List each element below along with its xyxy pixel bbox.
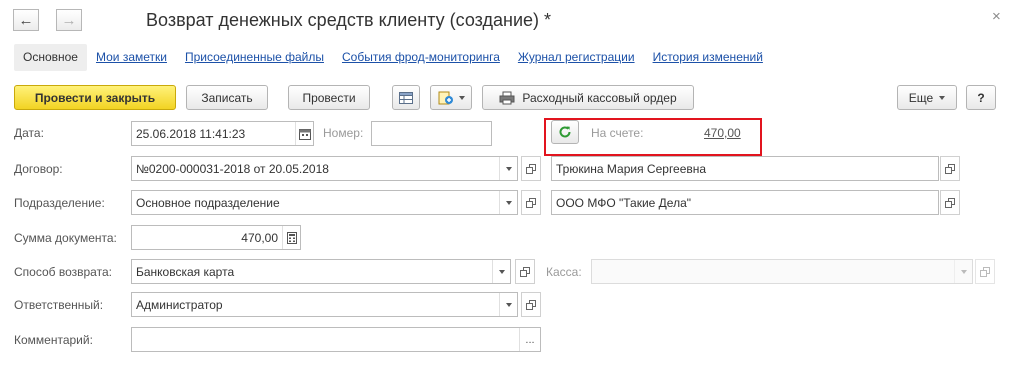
save-button[interactable]: Записать — [186, 85, 268, 110]
organization-open-button[interactable] — [940, 190, 960, 215]
create-based-icon — [438, 91, 453, 104]
open-window-icon — [945, 163, 955, 174]
cashbox-field[interactable] — [591, 259, 973, 284]
client-value: Трюкина Мария Сергеевна — [556, 161, 707, 176]
method-field[interactable]: Банковская карта — [131, 259, 511, 284]
date-value: 25.06.2018 11:41:23 — [136, 126, 246, 141]
post-and-close-button[interactable]: Провести и закрыть — [14, 85, 176, 110]
cashbox-open-button[interactable] — [975, 259, 995, 284]
method-value: Банковская карта — [136, 264, 235, 279]
client-field[interactable]: Трюкина Мария Сергеевна — [551, 156, 939, 181]
number-field[interactable] — [371, 121, 492, 146]
open-window-icon — [526, 299, 536, 310]
department-dropdown-button[interactable] — [499, 191, 517, 214]
chevron-down-icon — [498, 269, 505, 274]
open-window-icon — [526, 163, 536, 174]
chevron-down-icon — [960, 269, 967, 274]
amount-label: Сумма документа: — [14, 231, 117, 245]
amount-value: 470,00 — [241, 230, 278, 245]
post-label: Провести — [302, 90, 356, 105]
post-button[interactable]: Провести — [288, 85, 370, 110]
method-dropdown-button[interactable] — [492, 260, 510, 283]
amount-field[interactable]: 470,00 — [131, 225, 301, 250]
tab-my-notes[interactable]: Мои заметки — [87, 44, 176, 71]
department-field[interactable]: Основное подразделение — [131, 190, 518, 215]
number-label: Номер: — [323, 126, 364, 140]
chevron-down-icon — [505, 166, 512, 171]
tab-main[interactable]: Основное — [14, 44, 87, 71]
organization-value: ООО МФО "Такие Дела" — [556, 195, 692, 210]
forward-button[interactable]: → — [56, 9, 82, 31]
chevron-down-icon — [505, 302, 512, 307]
responsible-value: Администратор — [136, 297, 223, 312]
department-open-button[interactable] — [521, 190, 541, 215]
contract-field[interactable]: №0200-000031-2018 от 20.05.2018 — [131, 156, 518, 181]
comment-select-label: ... — [525, 333, 535, 346]
chevron-down-icon — [939, 95, 946, 100]
tab-event-log[interactable]: Журнал регистрации — [509, 44, 644, 71]
method-label: Способ возврата: — [14, 265, 112, 279]
tab-attached-files[interactable]: Присоединенные файлы — [176, 44, 333, 71]
calculator-button[interactable] — [282, 226, 300, 249]
balance-label: На счете: — [591, 126, 644, 140]
create-based-on-button[interactable] — [430, 85, 472, 110]
balance-value-link[interactable]: 470,00 — [704, 126, 741, 140]
calendar-button[interactable] — [295, 122, 313, 145]
arrow-left-icon: ← — [18, 11, 34, 29]
chevron-down-icon — [458, 95, 465, 100]
comment-label: Комментарий: — [14, 333, 93, 347]
cashbox-label: Касса: — [546, 265, 582, 279]
cash-order-button[interactable]: Расходный кассовый ордер — [482, 85, 694, 110]
help-label: ? — [977, 90, 985, 105]
cashbox-dropdown-button[interactable] — [954, 260, 972, 283]
responsible-open-button[interactable] — [521, 292, 541, 317]
responsible-field[interactable]: Администратор — [131, 292, 518, 317]
tab-change-history[interactable]: История изменений — [644, 44, 772, 71]
chevron-down-icon — [505, 200, 512, 205]
client-open-button[interactable] — [940, 156, 960, 181]
date-label: Дата: — [14, 126, 44, 140]
calculator-icon — [286, 231, 297, 244]
form-tabs: Основное Мои заметки Присоединенные файл… — [14, 44, 772, 71]
close-icon[interactable]: × — [992, 8, 1001, 25]
comment-select-button[interactable]: ... — [519, 328, 540, 351]
refresh-balance-button[interactable] — [551, 120, 579, 144]
tab-fraud-events[interactable]: События фрод-мониторинга — [333, 44, 509, 71]
save-label: Записать — [201, 90, 253, 105]
date-field[interactable]: 25.06.2018 11:41:23 — [131, 121, 314, 146]
contract-label: Договор: — [14, 162, 63, 176]
open-window-icon — [980, 266, 990, 277]
open-window-icon — [526, 197, 536, 208]
department-value: Основное подразделение — [136, 195, 280, 210]
post-and-close-label: Провести и закрыть — [34, 90, 156, 105]
report-button[interactable] — [392, 85, 420, 110]
contract-dropdown-button[interactable] — [499, 157, 517, 180]
more-label: Еще — [908, 90, 934, 105]
contract-open-button[interactable] — [521, 156, 541, 181]
page-title: Возврат денежных средств клиенту (создан… — [146, 10, 552, 30]
refresh-icon — [559, 126, 571, 138]
arrow-right-icon: → — [61, 11, 77, 29]
department-label: Подразделение: — [14, 196, 105, 210]
open-window-icon — [520, 266, 530, 277]
comment-field[interactable]: ... — [131, 327, 541, 352]
open-window-icon — [945, 197, 955, 208]
cash-order-label: Расходный кассовый ордер — [522, 90, 677, 105]
organization-field[interactable]: ООО МФО "Такие Дела" — [551, 190, 939, 215]
back-button[interactable]: ← — [13, 9, 39, 31]
responsible-label: Ответственный: — [14, 298, 104, 312]
printer-icon — [499, 91, 515, 104]
contract-value: №0200-000031-2018 от 20.05.2018 — [136, 161, 329, 176]
help-button[interactable]: ? — [966, 85, 996, 110]
table-report-icon — [399, 91, 413, 104]
responsible-dropdown-button[interactable] — [499, 293, 517, 316]
more-button[interactable]: Еще — [897, 85, 957, 110]
method-open-button[interactable] — [515, 259, 535, 284]
calendar-icon — [298, 128, 311, 140]
